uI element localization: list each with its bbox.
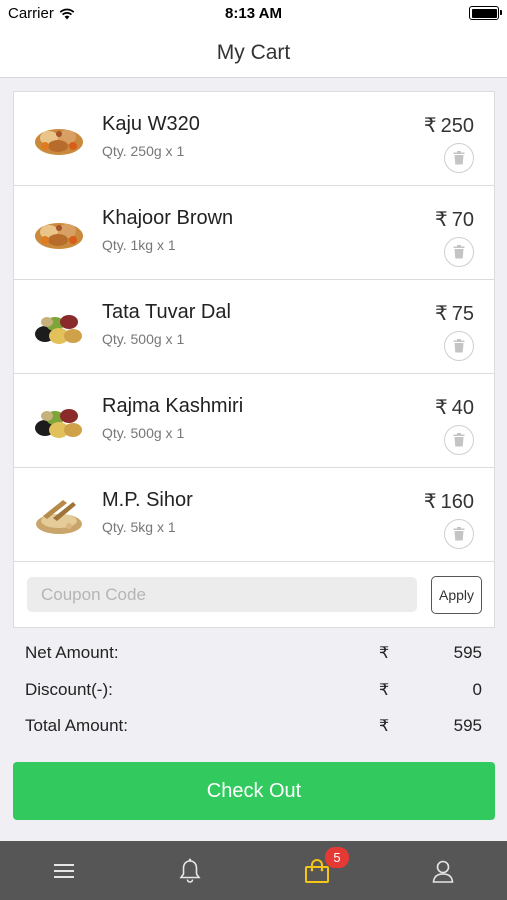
trash-icon: [453, 433, 465, 447]
item-name: Tata Tuvar Dal: [102, 301, 231, 323]
item-price-value: 160: [440, 491, 474, 513]
net-amount-label: Net Amount:: [25, 643, 119, 662]
discount-row: Discount(-): ₹ 0: [25, 673, 482, 710]
net-amount-row: Net Amount: ₹ 595: [25, 636, 482, 673]
apply-coupon-button[interactable]: Apply: [431, 576, 482, 614]
delete-item-button[interactable]: [444, 331, 474, 361]
item-price: ₹75: [435, 301, 474, 326]
tab-bar: 5: [0, 841, 507, 900]
delete-item-button[interactable]: [444, 143, 474, 173]
item-name: Rajma Kashmiri: [102, 395, 244, 417]
cart-list: Kaju W320 Qty. 250g x 1 ₹250 Khajoor Bro…: [13, 91, 495, 628]
profile-icon: [432, 860, 454, 883]
delete-item-button[interactable]: [444, 425, 474, 455]
item-quantity: Qty. 1kg x 1: [102, 237, 176, 253]
trash-icon: [453, 151, 465, 165]
item-quantity: Qty. 500g x 1: [102, 331, 185, 347]
item-quantity: Qty. 250g x 1: [102, 143, 185, 159]
item-name: M.P. Sihor: [102, 489, 193, 511]
item-name: Kaju W320: [102, 113, 200, 135]
item-price: ₹70: [435, 207, 474, 232]
rupee-symbol: ₹: [423, 115, 437, 137]
item-price: ₹40: [435, 395, 474, 420]
item-price-value: 75: [451, 303, 474, 325]
discount-label: Discount(-):: [25, 679, 113, 699]
discount-value: 0: [472, 679, 482, 699]
order-totals: Net Amount: ₹ 595 Discount(-): ₹ 0 Total…: [25, 636, 482, 746]
clock: 8:13 AM: [225, 5, 282, 22]
tab-profile[interactable]: [413, 841, 473, 900]
cart-item: Kaju W320 Qty. 250g x 1 ₹250: [14, 92, 494, 186]
bell-icon: [179, 858, 201, 883]
dry-fruits-thumb: [35, 129, 83, 155]
trash-icon: [453, 339, 465, 353]
tab-notifications[interactable]: [160, 841, 220, 900]
item-price: ₹160: [424, 489, 474, 514]
rupee-symbol: ₹: [423, 491, 437, 513]
dry-fruits-thumb: [35, 223, 83, 249]
rupee-symbol: ₹: [379, 645, 390, 662]
net-amount-value: 595: [453, 643, 482, 662]
tab-menu[interactable]: [34, 841, 94, 900]
checkout-button[interactable]: Check Out: [13, 762, 495, 820]
cart-count-badge: 5: [325, 847, 349, 868]
cart-item: M.P. Sihor Qty. 5kg x 1 ₹160: [14, 468, 494, 562]
item-price-value: 70: [451, 209, 474, 231]
menu-icon: [54, 863, 74, 878]
item-quantity: Qty. 500g x 1: [102, 425, 185, 441]
trash-icon: [453, 527, 465, 541]
battery-icon: [469, 6, 502, 20]
cart-item: Khajoor Brown Qty. 1kg x 1 ₹70: [14, 186, 494, 280]
coupon-code-input[interactable]: [27, 577, 417, 612]
total-amount-label: Total Amount:: [25, 716, 129, 735]
rupee-symbol: ₹: [379, 718, 390, 735]
item-price-value: 250: [440, 115, 474, 137]
item-name: Khajoor Brown: [102, 207, 234, 229]
wheat-thumb: [36, 500, 82, 534]
cart-item: Rajma Kashmiri Qty. 500g x 1 ₹40: [14, 374, 494, 468]
item-quantity: Qty. 5kg x 1: [102, 519, 176, 535]
rupee-symbol: ₹: [435, 303, 448, 325]
rupee-symbol: ₹: [435, 209, 448, 231]
item-price-value: 40: [451, 397, 474, 419]
pulses-thumb: [35, 315, 82, 344]
delete-item-button[interactable]: [444, 237, 474, 267]
trash-icon: [453, 245, 465, 259]
pulses-thumb: [35, 409, 82, 438]
page-title: My Cart: [216, 41, 291, 64]
item-price: ₹250: [424, 113, 474, 138]
nav-bar: My Cart: [0, 28, 507, 78]
rupee-symbol: ₹: [379, 681, 390, 699]
delete-item-button[interactable]: [444, 519, 474, 549]
status-bar: Carrier 8:13 AM: [0, 0, 507, 28]
cart-item: Tata Tuvar Dal Qty. 500g x 1 ₹75: [14, 280, 494, 374]
total-amount-row: Total Amount: ₹ 595: [25, 709, 482, 746]
coupon-row: Apply: [14, 562, 494, 628]
total-amount-value: 595: [453, 716, 482, 735]
rupee-symbol: ₹: [435, 397, 448, 419]
